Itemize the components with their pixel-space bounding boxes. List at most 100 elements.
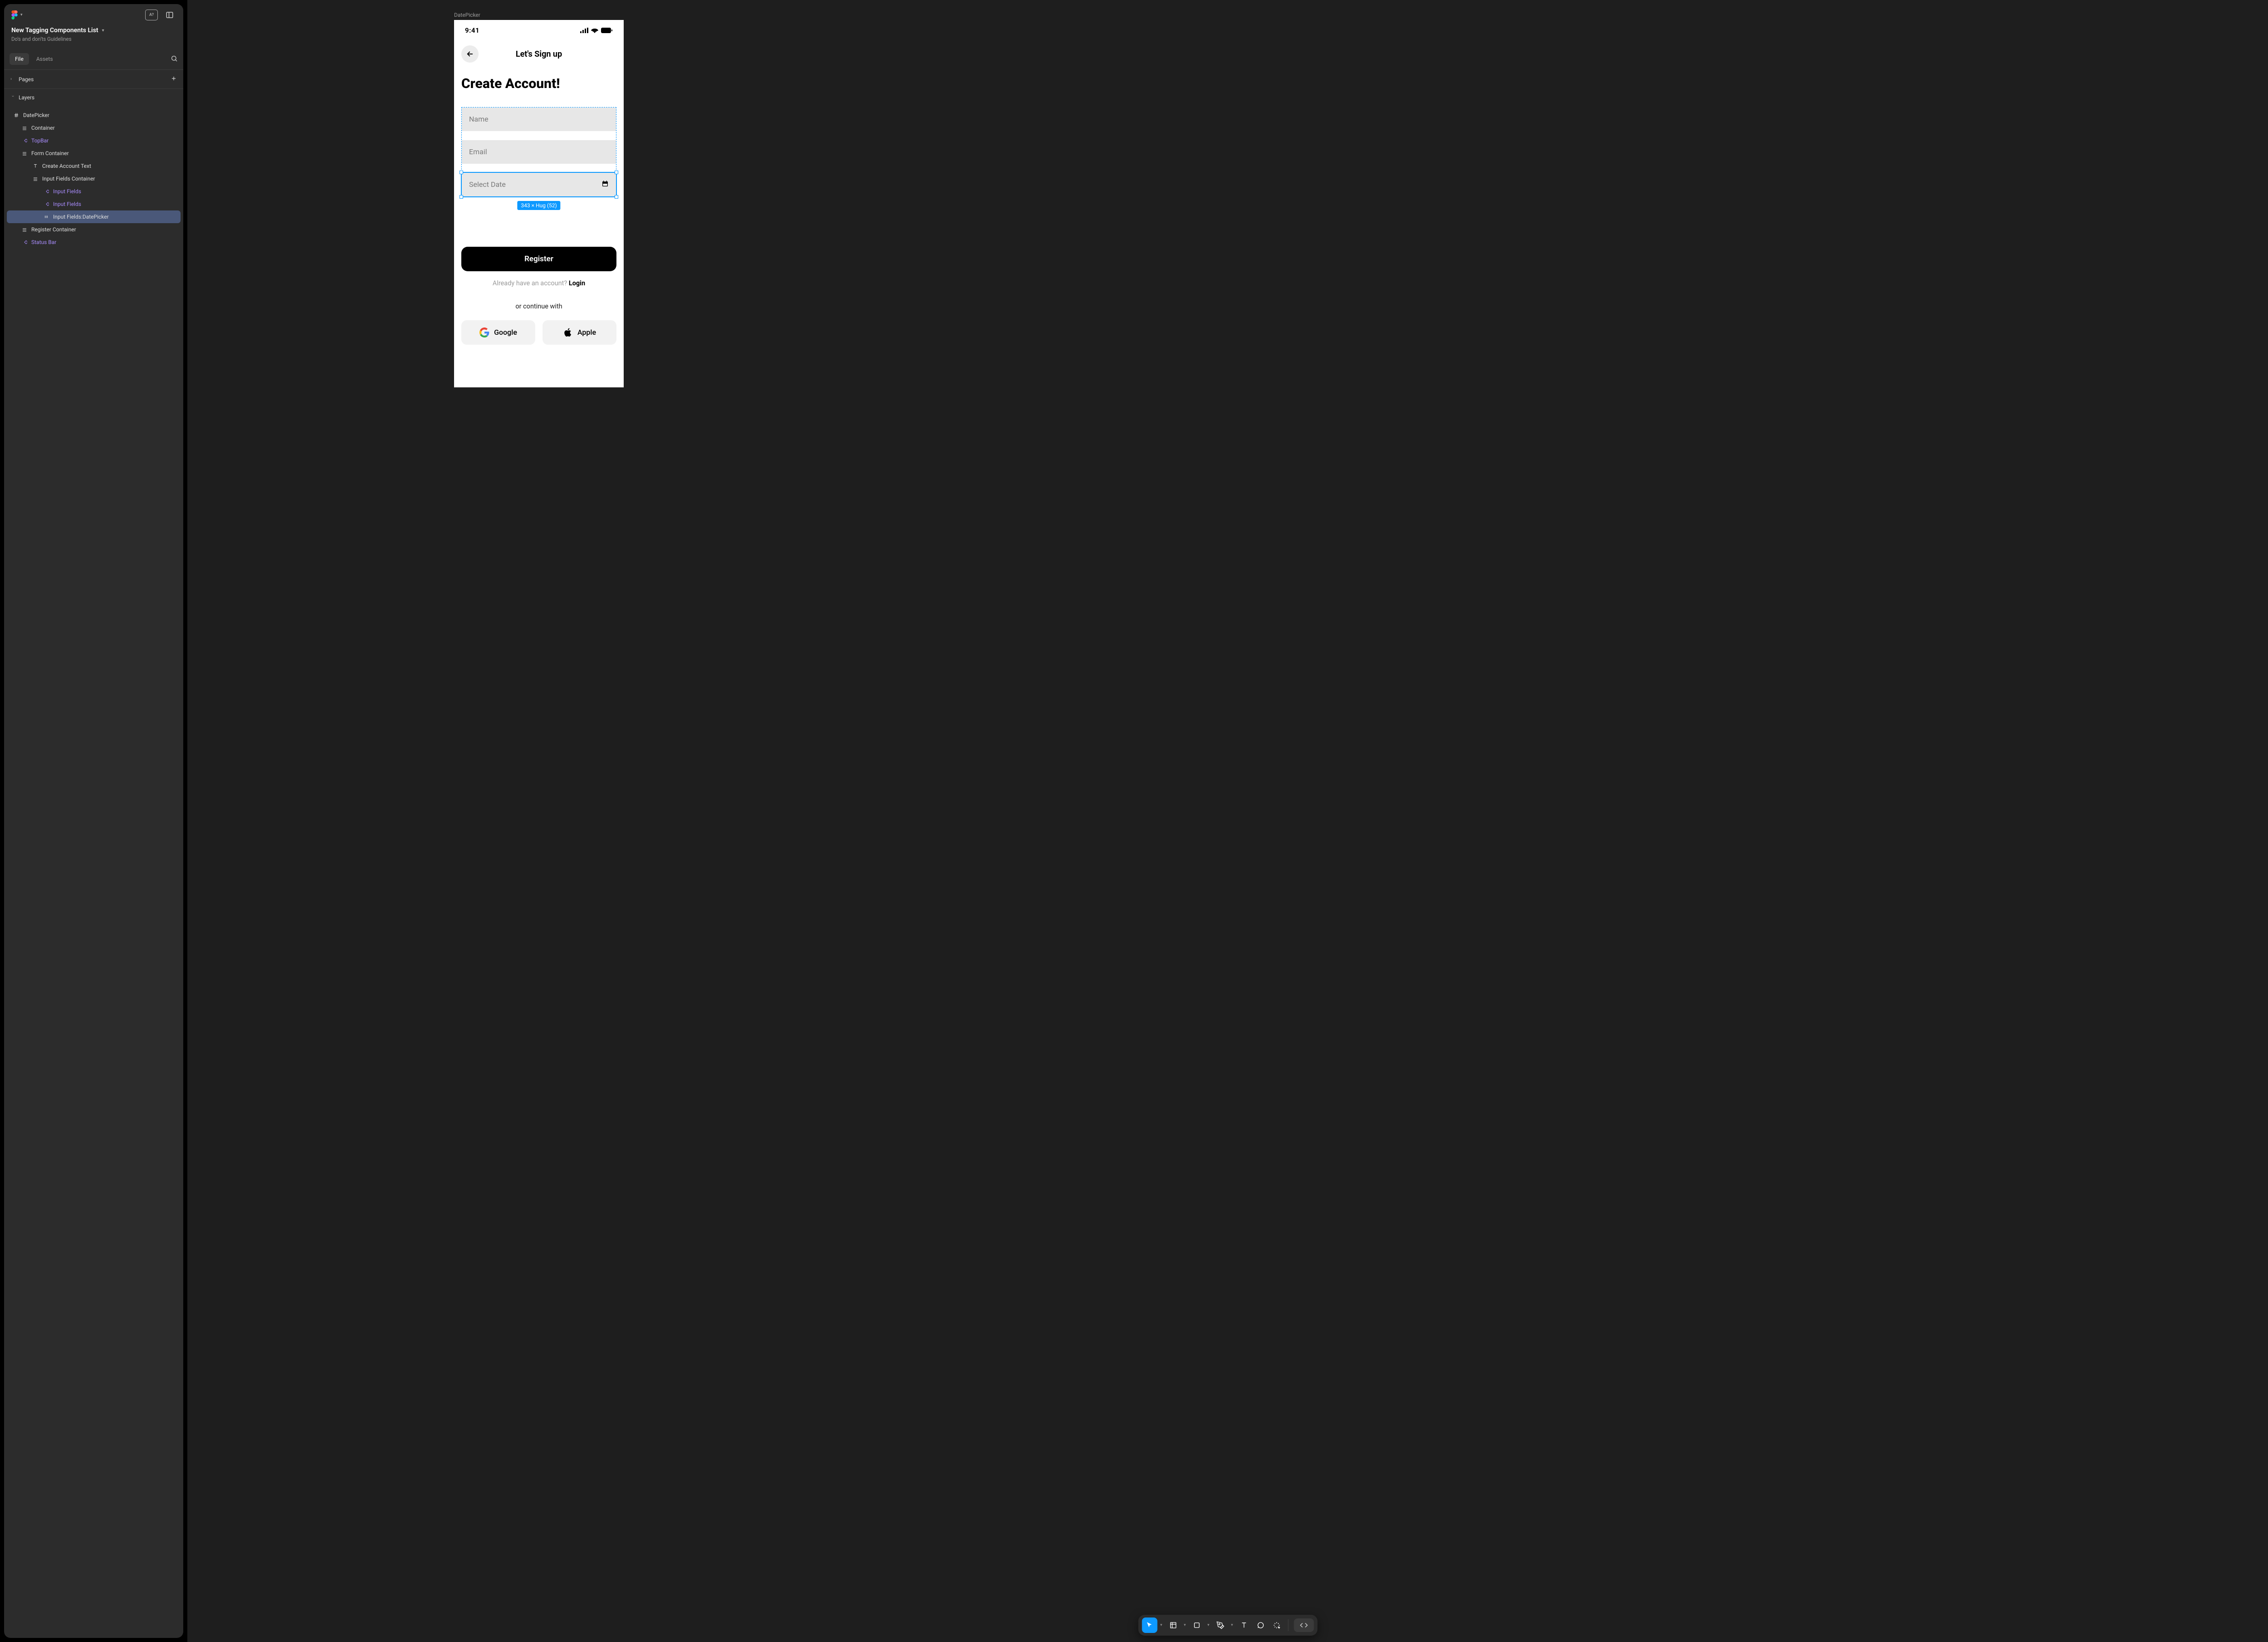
layer-row[interactable]: DatePicker bbox=[7, 109, 181, 122]
chevron-down-icon: ▾ bbox=[102, 28, 104, 33]
layer-label: Status Bar bbox=[31, 239, 56, 245]
topbar-title: Let's Sign up bbox=[454, 49, 624, 59]
layer-row[interactable]: TopBar bbox=[7, 134, 181, 147]
form-container: Create Account! Name Email Select Date 3… bbox=[454, 67, 624, 197]
figma-menu[interactable]: ▾ bbox=[11, 10, 23, 20]
status-icons bbox=[580, 28, 613, 33]
selection-handle[interactable] bbox=[615, 195, 618, 199]
pen-tool[interactable] bbox=[1212, 1618, 1228, 1633]
layer-row[interactable]: Register Container bbox=[7, 223, 181, 236]
apple-button[interactable]: Apple bbox=[543, 320, 616, 345]
component-icon bbox=[21, 137, 28, 144]
wifi-icon bbox=[591, 28, 598, 33]
arrow-left-icon bbox=[466, 50, 474, 58]
layer-label: DatePicker bbox=[23, 112, 49, 118]
text-icon bbox=[32, 163, 39, 169]
top-bar: Let's Sign up bbox=[454, 37, 624, 67]
create-account-heading: Create Account! bbox=[461, 75, 616, 93]
size-badge: 343 × Hug (52) bbox=[517, 201, 560, 210]
selection-handle[interactable] bbox=[459, 171, 463, 174]
back-button[interactable] bbox=[461, 45, 479, 63]
layers-section-header[interactable]: ›Layers bbox=[4, 89, 183, 106]
component-icon bbox=[43, 201, 49, 207]
google-icon bbox=[479, 327, 489, 337]
google-button[interactable]: Google bbox=[461, 320, 535, 345]
canvas[interactable]: DatePicker 9:41 Let's Sign up Create Acc… bbox=[187, 0, 2268, 1642]
chevron-down-icon: ▾ bbox=[20, 13, 23, 17]
shape-tool[interactable] bbox=[1189, 1618, 1204, 1633]
file-title: New Tagging Components List bbox=[11, 27, 98, 34]
panel-tabs: File Assets bbox=[4, 47, 183, 70]
layer-row[interactable]: Create Account Text bbox=[7, 160, 181, 172]
layer-row[interactable]: Input Fields bbox=[7, 198, 181, 210]
layer-row[interactable]: Status Bar bbox=[7, 236, 181, 249]
tab-file[interactable]: File bbox=[10, 53, 29, 65]
chevron-down-icon[interactable]: ▾ bbox=[1205, 1623, 1212, 1627]
register-button[interactable]: Register bbox=[461, 247, 616, 271]
chevron-down-icon[interactable]: ▾ bbox=[1229, 1623, 1235, 1627]
continue-label: or continue with bbox=[461, 303, 616, 310]
frame-icon bbox=[21, 125, 28, 131]
login-link[interactable]: Login bbox=[569, 279, 585, 287]
frame-icon bbox=[32, 176, 39, 182]
chevron-down-icon[interactable]: ▾ bbox=[1182, 1623, 1188, 1627]
chevron-down-icon: › bbox=[10, 95, 15, 100]
layer-tree: DatePicker Container TopBar Form Container C… bbox=[4, 106, 183, 1638]
layer-row[interactable]: Input Fields bbox=[7, 185, 181, 198]
layer-label: Input Fields:DatePicker bbox=[53, 214, 109, 220]
selection-handle[interactable] bbox=[615, 171, 618, 174]
layer-row[interactable]: Input Fields Container bbox=[7, 172, 181, 185]
status-bar: 9:41 bbox=[454, 20, 624, 37]
layer-row[interactable]: Input Fields:DatePicker bbox=[7, 210, 181, 223]
email-field[interactable]: Email bbox=[462, 140, 616, 164]
battery-icon bbox=[601, 28, 613, 33]
calendar-icon bbox=[601, 180, 609, 189]
frame-tool[interactable] bbox=[1165, 1618, 1181, 1633]
layer-label: Form Container bbox=[31, 150, 69, 156]
panel-toggle-icon[interactable] bbox=[163, 10, 176, 20]
text-tool[interactable] bbox=[1236, 1618, 1251, 1633]
file-title-block: New Tagging Components List ▾ Do's and d… bbox=[4, 25, 183, 43]
add-page-button[interactable] bbox=[171, 75, 177, 83]
search-icon[interactable] bbox=[171, 55, 178, 64]
input-fields-container[interactable]: Name Email Select Date 343 × Hug (52) bbox=[461, 107, 616, 197]
register-container: Register Already have an account? Login … bbox=[454, 247, 624, 345]
component-icon bbox=[21, 239, 28, 245]
move-tool[interactable] bbox=[1142, 1618, 1157, 1633]
layer-label: Input Fields bbox=[53, 188, 81, 195]
login-line: Already have an account? Login bbox=[461, 279, 616, 287]
date-picker-field[interactable]: Select Date 343 × Hug (52) bbox=[462, 173, 616, 196]
cellular-icon bbox=[580, 28, 588, 33]
layer-label: TopBar bbox=[31, 137, 49, 144]
layer-label: Input Fields bbox=[53, 201, 81, 207]
a11y-badge[interactable]: A? bbox=[145, 10, 158, 20]
chevron-down-icon[interactable]: ▾ bbox=[1158, 1623, 1164, 1627]
dev-mode-toggle[interactable] bbox=[1294, 1618, 1314, 1632]
layer-label: Input Fields Container bbox=[42, 176, 95, 182]
layer-label: Container bbox=[31, 125, 55, 131]
file-subtitle: Do's and don'ts Guidelines bbox=[11, 36, 176, 42]
tab-assets[interactable]: Assets bbox=[31, 53, 59, 65]
social-buttons: Google Apple bbox=[461, 320, 616, 345]
layer-label: Create Account Text bbox=[42, 163, 91, 169]
frame-icon bbox=[21, 150, 28, 156]
comment-tool[interactable] bbox=[1252, 1618, 1268, 1633]
toolbar: ▾ ▾ ▾ ▾ bbox=[1138, 1615, 1317, 1636]
status-time: 9:41 bbox=[465, 26, 479, 34]
pages-section-header[interactable]: ›Pages bbox=[4, 70, 183, 89]
panel-header: ▾ A? bbox=[4, 4, 183, 25]
chevron-right-icon: › bbox=[10, 77, 15, 82]
layers-panel: ▾ A? New Tagging Components List ▾ Do's … bbox=[4, 4, 183, 1638]
frame-icon bbox=[21, 226, 28, 233]
actions-tool[interactable] bbox=[1269, 1618, 1284, 1633]
component-icon bbox=[43, 188, 49, 195]
layer-label: Register Container bbox=[31, 226, 76, 233]
frame-label[interactable]: DatePicker bbox=[454, 12, 480, 18]
selection-handle[interactable] bbox=[459, 195, 463, 199]
file-title-row[interactable]: New Tagging Components List ▾ bbox=[11, 27, 176, 34]
name-field[interactable]: Name bbox=[462, 108, 616, 131]
phone-frame[interactable]: 9:41 Let's Sign up Create Account! Name … bbox=[454, 20, 624, 387]
layer-row[interactable]: Form Container bbox=[7, 147, 181, 160]
layer-row[interactable]: Container bbox=[7, 122, 181, 134]
figma-logo-icon bbox=[11, 10, 18, 20]
